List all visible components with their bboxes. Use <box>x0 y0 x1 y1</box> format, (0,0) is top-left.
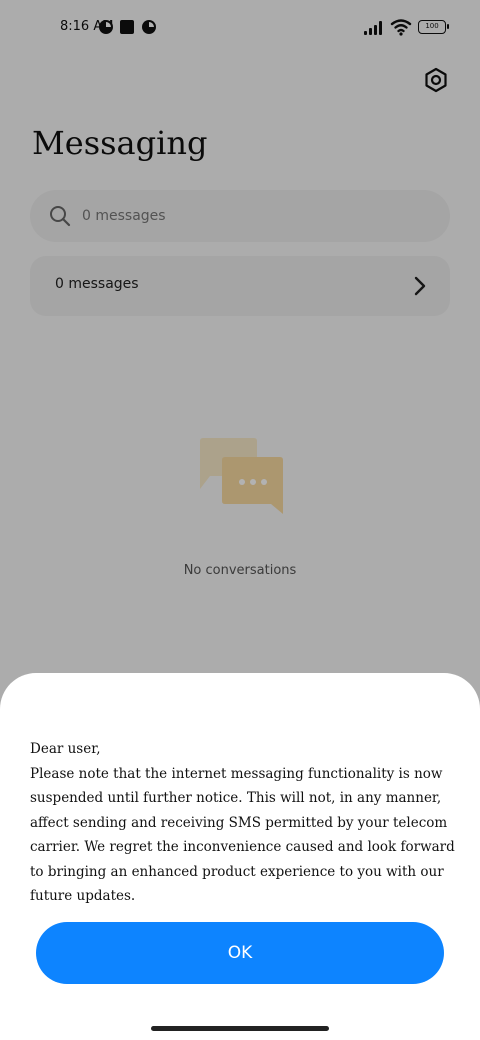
ok-button[interactable]: OK <box>36 922 444 984</box>
dialog-message: Please note that the internet messaging … <box>30 765 455 905</box>
dialog-greeting: Dear user, <box>30 741 101 757</box>
dialog-message-body: Dear user, Please note that the internet… <box>30 737 464 909</box>
home-indicator[interactable] <box>151 1026 329 1031</box>
notice-dialog: Dear user, Please note that the internet… <box>0 673 480 1040</box>
